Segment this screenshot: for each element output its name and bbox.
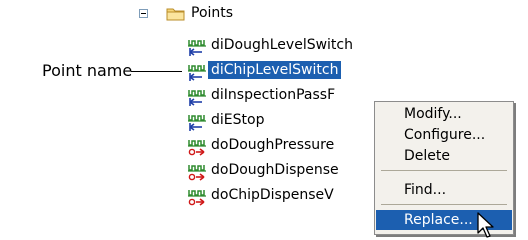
digital-output-icon <box>188 190 206 206</box>
tree-item-label[interactable]: doChipDispenseV <box>211 186 334 204</box>
menu-item-find[interactable]: Find... <box>376 180 512 200</box>
menu-item-delete[interactable]: Delete <box>376 146 512 166</box>
collapse-toggle[interactable] <box>139 9 148 18</box>
digital-input-icon <box>188 115 206 131</box>
menu-item-configure[interactable]: Configure... <box>376 125 512 145</box>
digital-input-icon <box>188 90 206 106</box>
tree-item-label[interactable]: diDoughLevelSwitch <box>211 36 353 54</box>
digital-input-icon <box>188 40 206 56</box>
digital-output-icon <box>188 165 206 181</box>
mouse-pointer-icon <box>477 212 494 238</box>
tree-item-label[interactable]: diEStop <box>211 111 264 129</box>
digital-input-icon <box>188 65 206 81</box>
annotation-leader-line <box>131 71 182 72</box>
menu-item-modify[interactable]: Modify... <box>376 104 512 124</box>
tree-item-label[interactable]: diChipLevelSwitch <box>208 61 342 79</box>
tree-root-label[interactable]: Points <box>191 4 233 22</box>
tree-item-label[interactable]: diInspectionPassF <box>211 86 335 104</box>
folder-icon <box>166 8 185 21</box>
digital-output-icon <box>188 140 206 156</box>
menu-separator <box>381 170 507 171</box>
point-name-annotation: Point name <box>42 61 133 80</box>
tree-item-label[interactable]: doDoughPressure <box>211 136 334 154</box>
menu-separator <box>381 204 507 205</box>
tree-item-label[interactable]: doDoughDispense <box>211 161 339 179</box>
